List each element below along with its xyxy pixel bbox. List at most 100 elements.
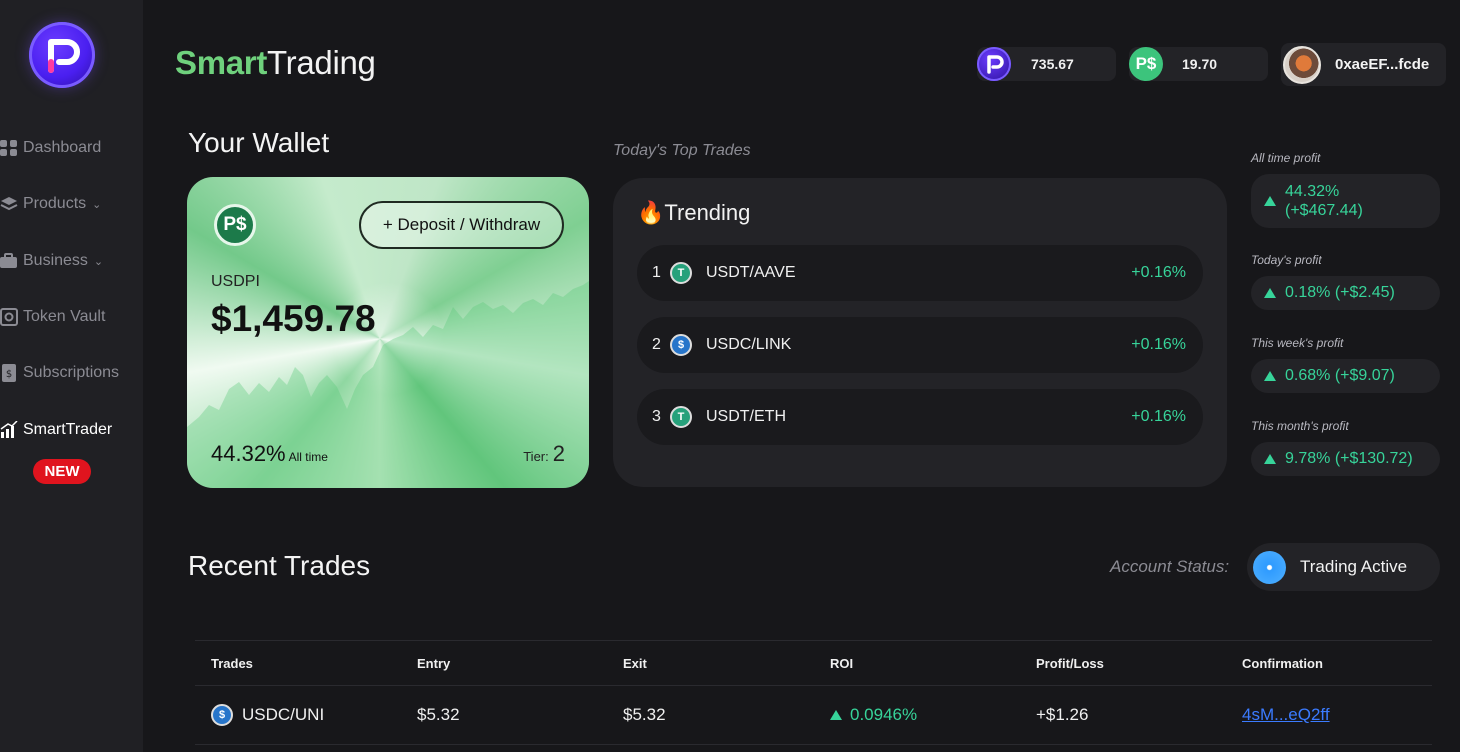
table-divider	[195, 744, 1432, 745]
brand-smart: Smart	[175, 44, 268, 81]
account-status-label: Account Status:	[1110, 557, 1230, 576]
account-status-badge[interactable]: Trading Active	[1247, 543, 1440, 591]
col-exit: Exit	[623, 655, 647, 671]
top-trades-label: Today's Top Trades	[613, 142, 751, 159]
up-arrow-icon	[1264, 196, 1276, 206]
trend-rank: 2	[652, 336, 661, 353]
sidebar-item-token-vault[interactable]: Token Vault	[0, 303, 105, 331]
cell-exit: $5.32	[623, 705, 666, 724]
sidebar-item-label: Dashboard	[23, 139, 102, 156]
roi-value: 0.0946%	[850, 705, 918, 724]
trend-change: +0.16%	[1131, 336, 1186, 353]
deposit-withdraw-button[interactable]: + Deposit / Withdraw	[359, 201, 564, 249]
account-status: Trading Active	[1300, 557, 1408, 576]
usdc-icon: $	[211, 704, 233, 726]
ps-balance-pill[interactable]: P$ 19.70	[1129, 47, 1268, 81]
recent-trades-table: Trades Entry Exit ROI Profit/Loss Confir…	[195, 640, 1432, 745]
table-row[interactable]: $ USDC/UNI $5.32 $5.32 0.0946% +$1.26 4s…	[195, 686, 1432, 744]
app-logo[interactable]	[29, 22, 95, 88]
avatar	[1283, 45, 1321, 84]
cell-roi: 0.0946%	[814, 705, 1020, 725]
layers-icon	[0, 197, 18, 211]
confirmation-link[interactable]: 4sM...eQ2ff	[1242, 705, 1330, 724]
sidebar-item-business[interactable]: Business ⌄	[0, 247, 103, 275]
trending-card: 🔥Trending 1 T USDT/AAVE +0.16% 2 $ USDC/…	[613, 178, 1227, 487]
trend-rank: 1	[652, 264, 661, 281]
usdt-icon: T	[670, 406, 692, 428]
up-arrow-icon	[1264, 288, 1276, 298]
sidebar-item-dashboard[interactable]: Dashboard	[0, 134, 101, 162]
trend-pair: USDT/ETH	[706, 408, 786, 425]
new-badge: NEW	[33, 459, 91, 484]
trend-pair: USDC/LINK	[706, 336, 792, 353]
trend-change: +0.16%	[1131, 408, 1186, 425]
sidebar-item-products[interactable]: Products ⌄	[0, 190, 101, 218]
trade-pair: USDC/UNI	[242, 705, 325, 724]
col-profit-loss: Profit/Loss	[1036, 655, 1104, 671]
sidebar-item-label: Business	[23, 252, 88, 269]
p-token-icon	[977, 47, 1011, 81]
months-profit: 9.78% (+$130.72)	[1251, 442, 1440, 476]
up-arrow-icon	[1264, 371, 1276, 381]
todays-profit: 0.18% (+$2.45)	[1251, 276, 1440, 310]
sidebar-item-label: SmartTrader	[23, 421, 113, 438]
trend-rank: 3	[652, 408, 661, 425]
all-time-percent: 44.32% All time	[211, 441, 328, 467]
chart-icon	[0, 421, 18, 438]
months-profit-label: This month's profit	[1251, 419, 1349, 433]
col-entry: Entry	[417, 655, 451, 671]
tier-value: 2	[552, 441, 565, 466]
col-confirmation: Confirmation	[1242, 655, 1323, 671]
wallet-balance: $1,459.78	[211, 298, 376, 339]
months-profit-value: 9.78% (+$130.72)	[1285, 450, 1413, 467]
trend-change: +0.16%	[1131, 264, 1186, 281]
sidebar-item-label: Products	[23, 195, 87, 212]
vault-icon	[0, 308, 18, 326]
cell-profit-loss: +$1.26	[1036, 705, 1089, 724]
wallet-title: Your Wallet	[188, 127, 330, 158]
currency-label: USDPI	[211, 273, 260, 290]
cell-pair: $ USDC/UNI	[195, 704, 401, 726]
all-time-label: All time	[288, 450, 328, 464]
all-time-profit: 44.32% (+$467.44)	[1251, 174, 1440, 228]
recent-trades-title: Recent Trades	[188, 550, 371, 581]
p-balance: 735.67	[1031, 56, 1074, 72]
p-balance-pill[interactable]: 735.67	[977, 47, 1116, 81]
trending-row[interactable]: 1 T USDT/AAVE +0.16%	[637, 245, 1203, 301]
usdc-icon: $	[670, 334, 692, 356]
weeks-profit-label: This week's profit	[1251, 336, 1344, 350]
weeks-profit: 0.68% (+$9.07)	[1251, 359, 1440, 393]
todays-profit-label: Today's profit	[1251, 253, 1322, 267]
wallet-address: 0xaeEF...fcde	[1335, 56, 1430, 73]
wallet-address-button[interactable]: 0xaeEF...fcde	[1281, 43, 1446, 86]
ps-token-icon: P$	[1129, 47, 1163, 81]
col-roi: ROI	[830, 655, 854, 671]
sidebar-item-smarttrader[interactable]: SmartTrader	[0, 416, 112, 444]
grid-icon	[0, 140, 17, 156]
trending-title: 🔥Trending	[637, 200, 751, 225]
trending-row[interactable]: 3 T USDT/ETH +0.16%	[637, 389, 1203, 445]
all-time-profit-label: All time profit	[1251, 151, 1321, 165]
weeks-profit-value: 0.68% (+$9.07)	[1285, 367, 1395, 384]
page-title: SmartTrading	[175, 44, 376, 82]
trending-row[interactable]: 2 $ USDC/LINK +0.16%	[637, 317, 1203, 373]
sidebar-item-subscriptions[interactable]: $ Subscriptions	[0, 359, 119, 387]
todays-profit-value: 0.18% (+$2.45)	[1285, 284, 1395, 301]
tier: Tier: 2	[523, 441, 565, 467]
chevron-down-icon: ⌄	[93, 255, 104, 268]
ps-balance: 19.70	[1182, 56, 1218, 72]
table-header: Trades Entry Exit ROI Profit/Loss Confir…	[195, 641, 1432, 685]
svg-text:$: $	[6, 369, 12, 380]
up-arrow-icon	[830, 710, 842, 720]
sidebar-item-label: Token Vault	[23, 308, 106, 325]
status-indicator-icon	[1253, 550, 1286, 584]
col-trades: Trades	[211, 655, 253, 671]
chevron-down-icon: ⌄	[92, 198, 102, 211]
brand-trading: Trading	[267, 44, 376, 81]
usdt-icon: T	[670, 262, 692, 284]
all-time-profit-amount: (+$467.44)	[1285, 202, 1363, 219]
cell-confirmation: 4sM...eQ2ff	[1226, 705, 1432, 725]
briefcase-icon	[0, 253, 17, 268]
receipt-icon: $	[2, 364, 16, 382]
trend-pair: USDT/AAVE	[706, 264, 796, 281]
